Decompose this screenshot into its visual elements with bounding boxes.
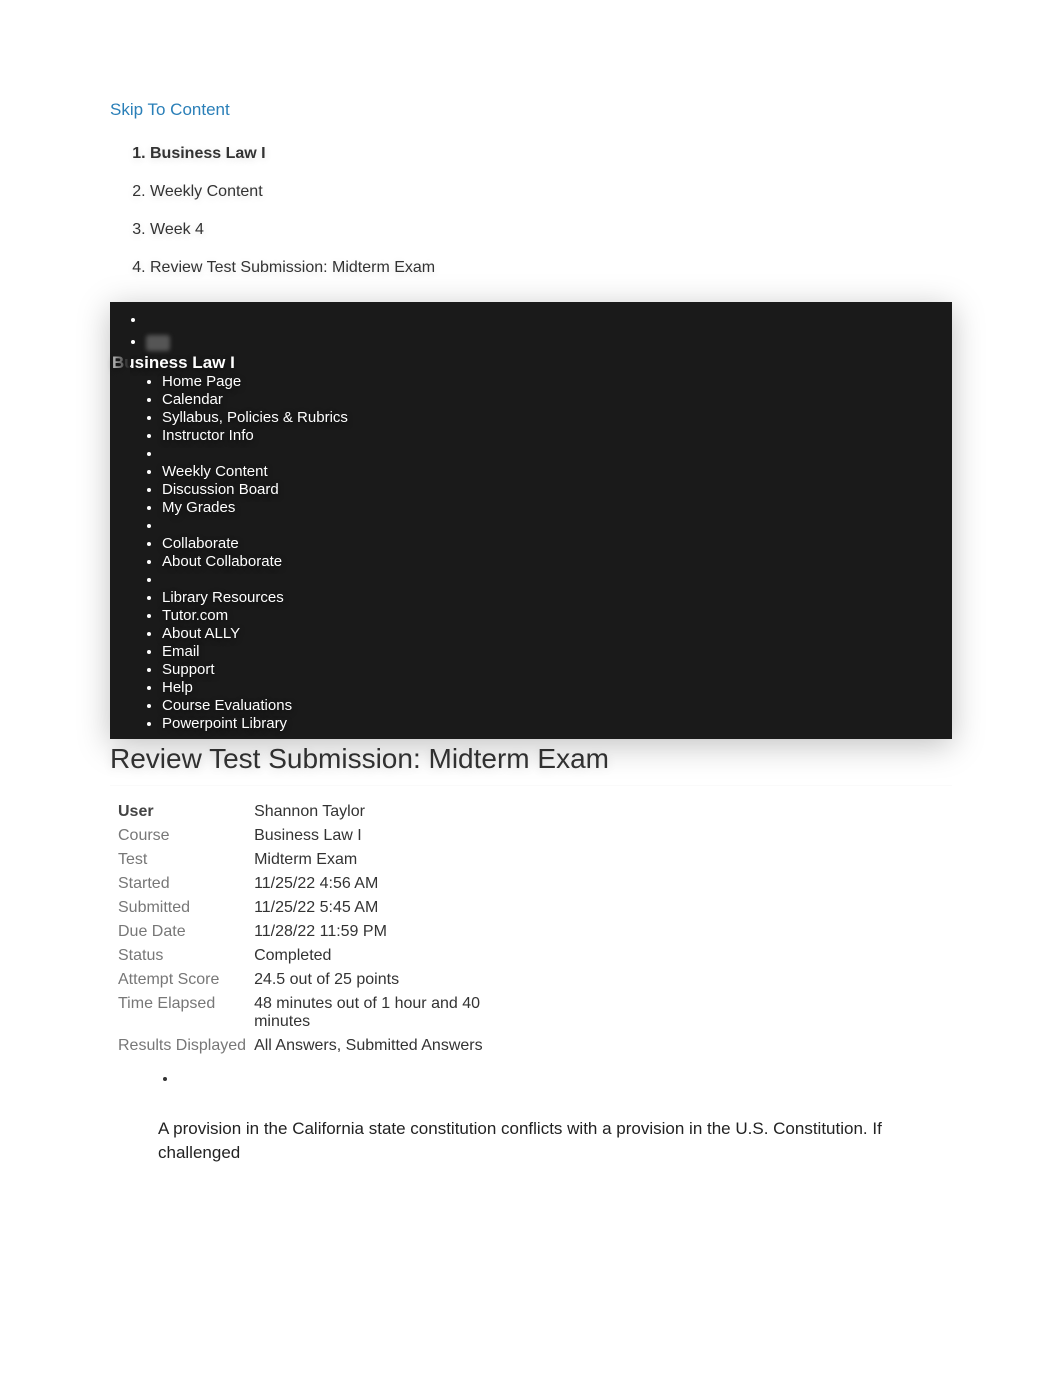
side-menu-syllabus-link[interactable]: Syllabus, Policies & Rubrics	[162, 409, 348, 426]
side-menu-ppt-library-link[interactable]: Powerpoint Library	[162, 715, 287, 732]
detail-value-time-elapsed: 48 minutes out of 1 hour and 40 minutes	[254, 992, 524, 1034]
test-details-table: User Shannon Taylor Course Business Law …	[118, 800, 524, 1058]
divider	[110, 785, 952, 786]
question-list-item	[178, 1070, 952, 1087]
side-menu-instructor-link[interactable]: Instructor Info	[162, 427, 254, 444]
side-menu: Home Page Calendar Syllabus, Policies & …	[110, 373, 952, 733]
side-menu-home: Home Page	[162, 373, 952, 391]
table-row: Results Displayed All Answers, Submitted…	[118, 1034, 524, 1058]
detail-label-due-date: Due Date	[118, 920, 254, 944]
side-menu-instructor: Instructor Info	[162, 427, 952, 445]
side-menu-course-eval: Course Evaluations	[162, 697, 952, 715]
breadcrumb-item-weekly-content[interactable]: Weekly Content	[150, 183, 952, 201]
side-menu-home-link[interactable]: Home Page	[162, 373, 241, 390]
side-menu-tutor: Tutor.com	[162, 607, 952, 625]
side-menu-help: Help	[162, 679, 952, 697]
side-menu-course-eval-link[interactable]: Course Evaluations	[162, 697, 292, 714]
table-row: Attempt Score 24.5 out of 25 points	[118, 968, 524, 992]
detail-label-started: Started	[118, 872, 254, 896]
panel-thumb-icon[interactable]	[146, 330, 952, 352]
side-menu-syllabus: Syllabus, Policies & Rubrics	[162, 409, 952, 427]
side-menu-discussion-link[interactable]: Discussion Board	[162, 481, 279, 498]
table-row: Due Date 11/28/22 11:59 PM	[118, 920, 524, 944]
side-menu-weekly-content-link[interactable]: Weekly Content	[162, 463, 268, 480]
side-menu-ally-link[interactable]: About ALLY	[162, 625, 240, 642]
side-menu-ppt-library: Powerpoint Library	[162, 715, 952, 733]
detail-label-test: Test	[118, 848, 254, 872]
side-menu-ally: About ALLY	[162, 625, 952, 643]
table-row: Test Midterm Exam	[118, 848, 524, 872]
detail-value-course: Business Law I	[254, 824, 524, 848]
side-menu-my-grades-link[interactable]: My Grades	[162, 499, 235, 516]
side-menu-spacer	[162, 517, 952, 535]
side-menu-email: Email	[162, 643, 952, 661]
detail-value-submitted: 11/25/22 5:45 AM	[254, 896, 524, 920]
question-text: A provision in the California state cons…	[158, 1117, 942, 1165]
course-title: Business Law I	[110, 353, 952, 373]
table-row: Course Business Law I	[118, 824, 524, 848]
side-menu-spacer	[162, 445, 952, 463]
side-menu-weekly-content: Weekly Content	[162, 463, 952, 481]
side-menu-calendar-link[interactable]: Calendar	[162, 391, 223, 408]
side-menu-calendar: Calendar	[162, 391, 952, 409]
detail-value-user: Shannon Taylor	[254, 800, 524, 824]
side-menu-collaborate: Collaborate	[162, 535, 952, 553]
detail-value-attempt-score: 24.5 out of 25 points	[254, 968, 524, 992]
detail-value-status: Completed	[254, 944, 524, 968]
side-menu-my-grades: My Grades	[162, 499, 952, 517]
table-row: Status Completed	[118, 944, 524, 968]
side-menu-help-link[interactable]: Help	[162, 679, 193, 696]
panel-icon-blank	[146, 308, 952, 330]
side-menu-library: Library Resources	[162, 589, 952, 607]
side-menu-support: Support	[162, 661, 952, 679]
detail-label-course: Course	[118, 824, 254, 848]
detail-value-started: 11/25/22 4:56 AM	[254, 872, 524, 896]
table-row: User Shannon Taylor	[118, 800, 524, 824]
detail-label-attempt-score: Attempt Score	[118, 968, 254, 992]
course-sidebar-panel: Business Law I Home Page Calendar Syllab…	[110, 302, 952, 739]
detail-label-submitted: Submitted	[118, 896, 254, 920]
side-menu-discussion: Discussion Board	[162, 481, 952, 499]
question-list	[110, 1070, 952, 1087]
detail-value-results-displayed: All Answers, Submitted Answers	[254, 1034, 524, 1058]
detail-value-due-date: 11/28/22 11:59 PM	[254, 920, 524, 944]
panel-header-icons	[110, 308, 952, 353]
side-menu-about-collaborate: About Collaborate	[162, 553, 952, 571]
detail-label-status: Status	[118, 944, 254, 968]
table-row: Time Elapsed 48 minutes out of 1 hour an…	[118, 992, 524, 1034]
skip-to-content-link[interactable]: Skip To Content	[110, 100, 230, 120]
breadcrumb-item-current: Review Test Submission: Midterm Exam	[150, 259, 952, 277]
side-menu-collaborate-link[interactable]: Collaborate	[162, 535, 239, 552]
side-menu-about-collaborate-link[interactable]: About Collaborate	[162, 553, 282, 570]
side-menu-support-link[interactable]: Support	[162, 661, 215, 678]
breadcrumb: Business Law I Weekly Content Week 4 Rev…	[110, 145, 952, 277]
side-menu-tutor-link[interactable]: Tutor.com	[162, 607, 228, 624]
detail-value-test: Midterm Exam	[254, 848, 524, 872]
side-menu-spacer	[162, 571, 952, 589]
side-menu-email-link[interactable]: Email	[162, 643, 200, 660]
breadcrumb-item-week-4[interactable]: Week 4	[150, 221, 952, 239]
page-title: Review Test Submission: Midterm Exam	[110, 743, 952, 775]
detail-label-time-elapsed: Time Elapsed	[118, 992, 254, 1034]
table-row: Submitted 11/25/22 5:45 AM	[118, 896, 524, 920]
table-row: Started 11/25/22 4:56 AM	[118, 872, 524, 896]
breadcrumb-item-course[interactable]: Business Law I	[150, 145, 952, 163]
side-menu-library-link[interactable]: Library Resources	[162, 589, 284, 606]
detail-label-user: User	[118, 800, 254, 824]
detail-label-results-displayed: Results Displayed	[118, 1034, 254, 1058]
